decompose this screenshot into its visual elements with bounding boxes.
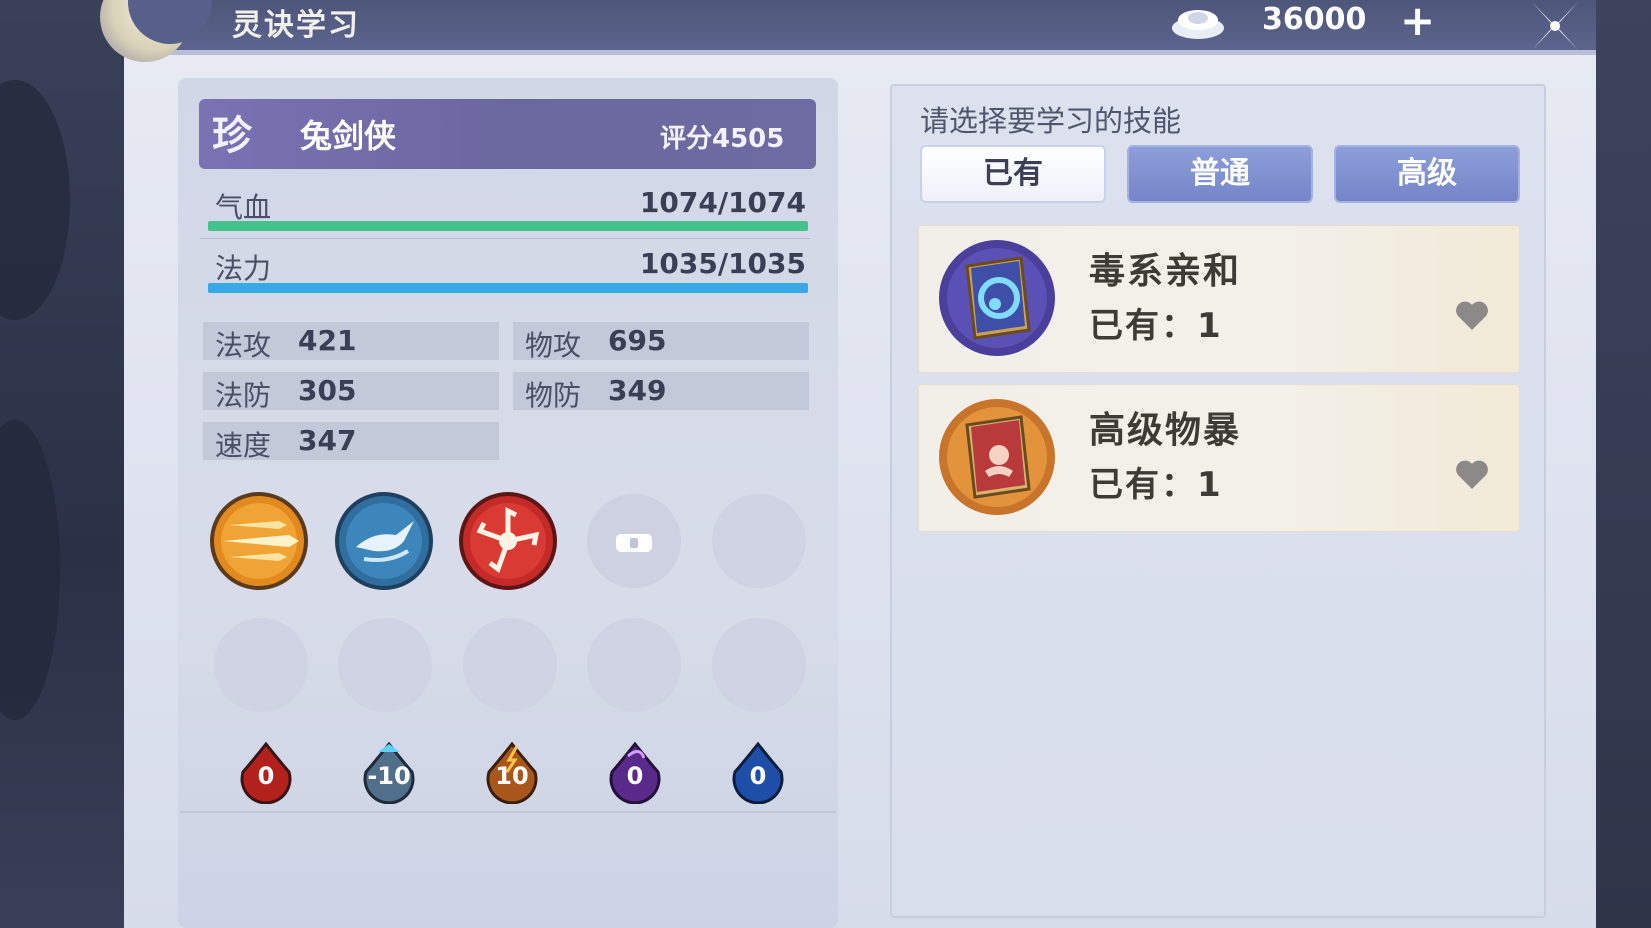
locked-skill-slot[interactable] <box>587 494 681 588</box>
pet-score: 评分4505 <box>660 124 785 154</box>
wind-element-badge: -10 <box>360 741 418 805</box>
water-element-badge: 0 <box>729 741 787 805</box>
thunder-element-badge: 10 <box>483 741 541 805</box>
title-bar-divider <box>124 50 1596 55</box>
stat-divider <box>200 238 810 239</box>
skill-book-item[interactable]: 毒系亲和 已有：1 <box>918 225 1520 373</box>
mp-bar <box>208 283 808 293</box>
lock-icon <box>616 534 652 552</box>
attr-value: 349 <box>608 374 667 407</box>
attr-value: 305 <box>298 374 357 407</box>
element-value: 0 <box>626 762 644 790</box>
attr-magic-defense: 法防 305 <box>203 372 499 412</box>
hp-value: 1074/1074 <box>639 186 806 219</box>
empty-skill-slot[interactable] <box>463 618 557 712</box>
attr-magic-attack: 法攻 421 <box>203 322 499 362</box>
favorite-heart-icon[interactable] <box>1455 300 1489 332</box>
skill-name: 毒系亲和 <box>1089 251 1242 292</box>
skill-owned-count: 已有：1 <box>1089 306 1223 346</box>
attr-value: 421 <box>298 324 357 357</box>
element-value: 10 <box>495 762 529 790</box>
attr-label: 法攻 <box>215 329 272 362</box>
attr-speed: 速度 347 <box>203 422 499 462</box>
mp-bar-fill <box>208 283 808 293</box>
right-backdrop <box>1596 0 1651 928</box>
tab-normal[interactable]: 普通 <box>1127 145 1313 203</box>
close-icon[interactable] <box>1520 0 1590 56</box>
empty-skill-slot[interactable] <box>587 618 681 712</box>
attr-label: 物防 <box>525 379 582 412</box>
attr-value: 347 <box>298 424 357 457</box>
poison-affinity-book-icon <box>939 240 1055 356</box>
page-title: 灵诀学习 <box>232 8 360 43</box>
rarity-badge: 珍 <box>212 112 252 159</box>
element-value: -10 <box>367 762 411 790</box>
empty-skill-slot[interactable] <box>712 618 806 712</box>
attr-label: 速度 <box>215 429 272 462</box>
add-currency-button[interactable]: + <box>1400 0 1435 45</box>
favorite-heart-icon[interactable] <box>1455 459 1489 491</box>
sword-skill-icon[interactable] <box>209 491 309 591</box>
advanced-physical-crit-book-icon <box>939 399 1055 515</box>
attr-value: 695 <box>608 324 667 357</box>
skill-owned-count: 已有：1 <box>1089 465 1223 505</box>
attr-physical-defense: 物防 349 <box>513 372 809 412</box>
currency-amount: 36000 <box>1262 2 1367 37</box>
hp-label: 气血 <box>215 191 272 224</box>
tab-advanced[interactable]: 高级 <box>1334 145 1520 203</box>
skill-book-item[interactable]: 高级物暴 已有：1 <box>918 384 1520 532</box>
mp-value: 1035/1035 <box>639 247 806 280</box>
panel-divider <box>180 811 836 813</box>
fire-element-badge: 0 <box>237 741 295 805</box>
tab-owned[interactable]: 已有 <box>920 145 1106 203</box>
select-skill-prompt: 请选择要学习的技能 <box>920 104 1182 138</box>
empty-skill-slot[interactable] <box>712 494 806 588</box>
element-value: 0 <box>257 762 275 790</box>
hp-bar-fill <box>208 221 808 231</box>
pet-name: 兔剑侠 <box>300 117 397 155</box>
empty-skill-slot[interactable] <box>214 618 308 712</box>
attr-label: 物攻 <box>525 329 582 362</box>
crimson-burst-skill-icon[interactable] <box>458 491 558 591</box>
poison-element-badge: 0 <box>606 741 664 805</box>
attr-physical-attack: 物攻 695 <box>513 322 809 362</box>
attr-label: 法防 <box>215 379 272 412</box>
mp-label: 法力 <box>215 252 272 285</box>
hp-bar <box>208 221 808 231</box>
element-value: 0 <box>749 762 767 790</box>
swallow-skill-icon[interactable] <box>334 491 434 591</box>
silver-ingot-icon <box>1172 10 1224 39</box>
skill-name: 高级物暴 <box>1089 410 1242 451</box>
empty-skill-slot[interactable] <box>338 618 432 712</box>
